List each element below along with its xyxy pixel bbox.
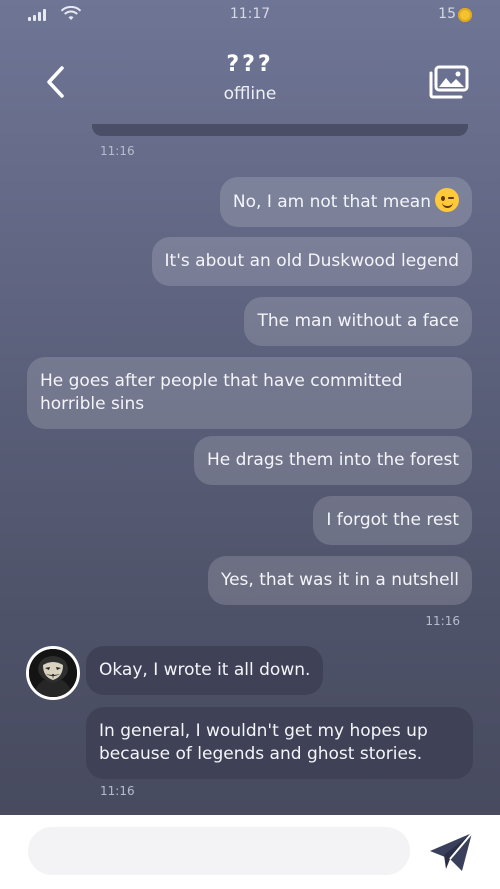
outgoing-message: Yes, that was it in a nutshell (207, 556, 472, 605)
send-paper-plane-icon[interactable] (428, 831, 474, 873)
message-text: No, I am not that mean (232, 192, 431, 212)
message-text: The man without a face (257, 311, 459, 331)
masked-contact-avatar (29, 649, 77, 697)
winking-face-emoji (435, 188, 459, 212)
message-list[interactable]: 11:16 No, I am not that mean It's about … (0, 0, 500, 815)
message-text-line2: because of legends and ghost stories. (99, 744, 423, 764)
message-timestamp: 11:16 (100, 784, 135, 798)
message-timestamp: 11:16 (425, 614, 460, 628)
incoming-message: Okay, I wrote it all down. (86, 646, 324, 695)
incoming-message: In general, I wouldn't get my hopes up b… (86, 707, 473, 779)
composer-bar (0, 815, 500, 889)
message-text: Okay, I wrote it all down. (99, 660, 311, 680)
outgoing-message: He goes after people that have committed… (27, 357, 472, 429)
message-text: Yes, that was it in a nutshell (220, 570, 459, 590)
message-text: In general, I wouldn't get my hopes up (99, 721, 428, 741)
outgoing-message: No, I am not that mean (219, 177, 472, 227)
message-text-line2: horrible sins (40, 394, 145, 414)
contact-avatar[interactable] (26, 646, 80, 700)
previous-message-bubble (92, 124, 468, 136)
outgoing-message: He drags them into the forest (193, 436, 472, 485)
message-input[interactable] (28, 827, 410, 875)
message-text: I forgot the rest (326, 510, 459, 530)
message-text: He drags them into the forest (206, 450, 459, 470)
outgoing-message: It's about an old Duskwood legend (151, 237, 472, 286)
outgoing-message: I forgot the rest (313, 496, 472, 545)
message-text: It's about an old Duskwood legend (164, 251, 459, 271)
message-timestamp: 11:16 (100, 144, 135, 158)
outgoing-message: The man without a face (244, 297, 472, 346)
message-text: He goes after people that have committed (40, 371, 403, 391)
